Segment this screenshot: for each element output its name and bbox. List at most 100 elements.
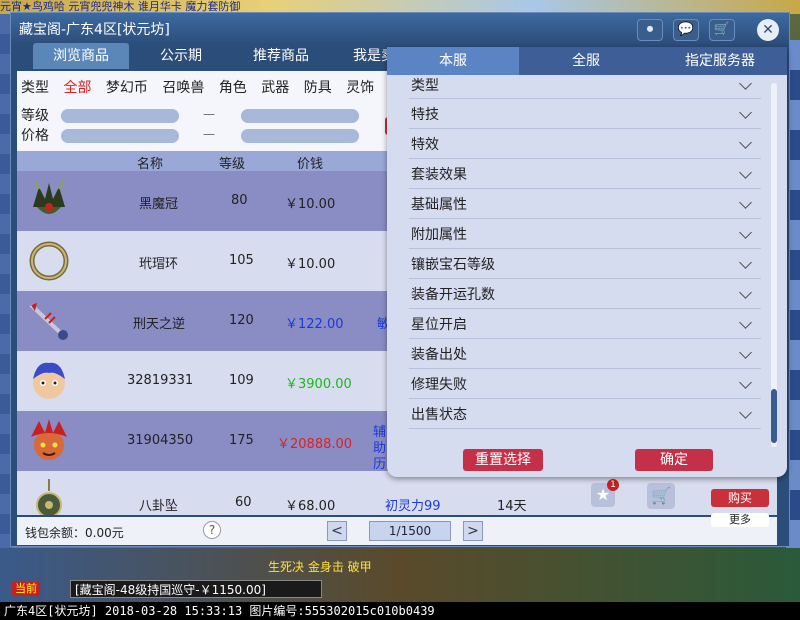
filter-item-label: 镶嵌宝石等级 [411,257,495,273]
category-weapon[interactable]: 武器 [261,77,289,97]
item-level: 120 [229,313,254,328]
chevron-down-icon [739,346,752,359]
category-pet[interactable]: 召唤兽 [162,77,204,97]
item-level: 60 [235,495,252,510]
cart-icon[interactable]: 🛒 [709,19,735,41]
reset-button[interactable]: 重置选择 [463,449,543,471]
range-dash: — [203,107,215,121]
tab-all-servers[interactable]: 全服 [521,47,651,75]
filter-item-label: 类型 [411,78,439,94]
chevron-down-icon [739,106,752,119]
page-indicator[interactable]: 1/1500 [369,521,451,541]
item-price: ￥10.00 [285,257,336,272]
prev-page-button[interactable]: < [327,521,347,541]
filter-item[interactable]: 修理失败 [409,369,761,399]
item-name: 31904350 [127,433,194,448]
popup-tabs: 本服 全服 指定服务器 [387,47,787,75]
header-level: 等级 [219,157,246,172]
popup-scrollbar[interactable] [771,83,777,447]
item-name: 玳瑁环 [139,257,179,272]
filter-item-label: 修理失败 [411,377,467,393]
table-row[interactable]: 八卦坠 60 ￥68.00 初灵力99 14天 ★ 1 🛒 [17,471,777,515]
category-armor[interactable]: 防具 [304,77,332,97]
character-avatar-icon [33,362,65,399]
item-price: ￥20888.00 [277,437,353,452]
filter-item-label: 星位开启 [411,317,467,333]
filter-item[interactable]: 附加属性 [409,219,761,249]
item-price: ￥68.00 [285,499,336,514]
pendant-icon [36,479,62,515]
filter-item[interactable]: 星位开启 [409,309,761,339]
filter-item[interactable]: 特效 [409,129,761,159]
item-name: 八卦坠 [139,499,179,514]
item-level: 80 [231,193,248,208]
chevron-down-icon [739,226,752,239]
chat-icon[interactable]: 💬 [673,19,699,41]
category-label: 类型 [21,80,49,96]
item-level: 175 [229,433,254,448]
item-name: 32819331 [127,373,194,388]
chevron-down-icon [739,256,752,269]
item-level: 105 [229,253,254,268]
filter-list: 类型特技特效套装效果基础属性附加属性镶嵌宝石等级装备开运孔数星位开启装备出处修理… [409,75,761,429]
filter-item[interactable]: 出售状态 [409,399,761,429]
level-label: 等级 [21,108,49,124]
category-currency[interactable]: 梦幻币 [106,77,148,97]
category-row: 类型 全部 梦幻币 召唤兽 角色 武器 防具 灵饰 其 [21,77,413,97]
category-role[interactable]: 角色 [219,77,247,97]
item-price: ￥10.00 [285,197,336,212]
character-avatar-icon [31,419,67,460]
window-title: 藏宝阁-广东4区[状元坊] [19,22,170,38]
chevron-down-icon [739,316,752,329]
level-min-input[interactable] [61,109,179,123]
filter-item[interactable]: 套装效果 [409,159,761,189]
wallet-balance: 钱包余额：0.00元 [25,526,124,540]
chat-input[interactable]: [藏宝阁-48级持国巡守-￥1150.00] [70,580,322,598]
ring-icon [29,241,69,281]
filter-item-label: 套装效果 [411,167,467,183]
price-max-input[interactable] [241,129,359,143]
chevron-down-icon [739,77,752,90]
record-icon[interactable]: ⏺ [637,19,663,41]
tab-recommend[interactable]: 推荐商品 [233,43,329,69]
server-filter-popup: 本服 全服 指定服务器 类型特技特效套装效果基础属性附加属性镶嵌宝石等级装备开运… [387,47,787,477]
price-min-input[interactable] [61,129,179,143]
filter-item[interactable]: 装备出处 [409,339,761,369]
help-icon[interactable]: ? [203,521,221,539]
treasure-window: 藏宝阁-广东4区[状元坊] ⏺ 💬 🛒 ✕ 浏览商品 公示期 推荐商品 我是卖家… [10,12,790,547]
item-time: 14天 [497,499,527,514]
title-bar: 藏宝阁-广东4区[状元坊] ⏺ 💬 🛒 ✕ [11,13,789,45]
filter-item-label: 特技 [411,107,439,123]
filter-item-label: 装备出处 [411,347,467,363]
tab-specific-server[interactable]: 指定服务器 [653,47,787,75]
filter-item[interactable]: 特技 [409,99,761,129]
scrollbar-thumb[interactable] [771,389,777,443]
close-icon[interactable]: ✕ [757,19,779,41]
filter-item[interactable]: 镶嵌宝石等级 [409,249,761,279]
tab-public[interactable]: 公示期 [133,43,229,69]
level-max-input[interactable] [241,109,359,123]
next-page-button[interactable]: > [463,521,483,541]
price-label: 价格 [21,128,49,144]
chevron-down-icon [739,376,752,389]
chevron-down-icon [739,166,752,179]
category-accessory[interactable]: 灵饰 [346,77,374,97]
chevron-down-icon [739,286,752,299]
filter-item[interactable]: 基础属性 [409,189,761,219]
helmet-icon [33,180,65,214]
buy-button[interactable]: 购买 [711,489,769,507]
confirm-button[interactable]: 确定 [635,449,713,471]
tab-this-server[interactable]: 本服 [387,47,519,75]
filter-item[interactable]: 装备开运孔数 [409,279,761,309]
add-cart-icon[interactable]: 🛒 [647,483,675,509]
item-extra: 初灵力99 [385,499,441,514]
item-name: 刑天之逆 [133,317,186,332]
filter-item-label: 基础属性 [411,197,467,213]
more-button[interactable]: 更多 [711,513,769,527]
tab-browse[interactable]: 浏览商品 [33,43,129,69]
category-all[interactable]: 全部 [63,77,91,97]
filter-item[interactable]: 类型 [409,75,761,99]
favorite-badge: 1 [607,479,619,491]
chat-channel-tag[interactable]: 当前 [12,582,40,596]
screenshot-footer: 广东4区[状元坊] 2018-03-28 15:33:13 图片编号:55530… [0,602,800,620]
